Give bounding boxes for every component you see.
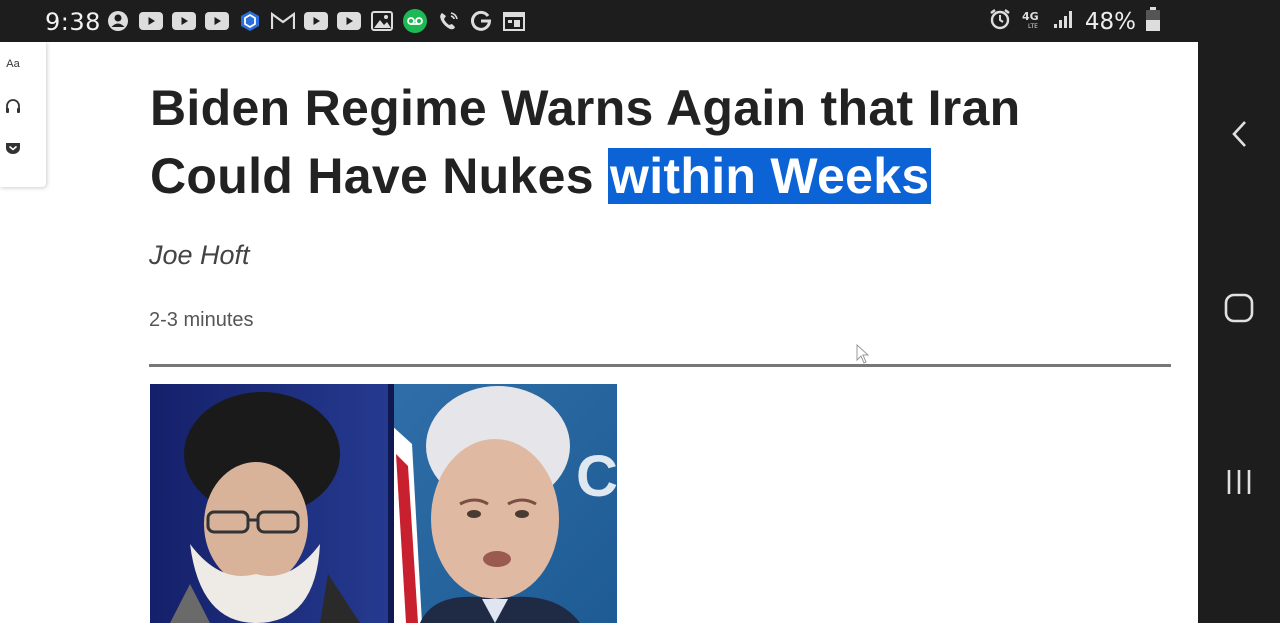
google-icon — [469, 10, 493, 32]
voicemail-icon — [403, 9, 427, 33]
read-time: 2-3 minutes — [149, 309, 254, 331]
battery-icon — [1146, 7, 1160, 36]
youtube-icon — [139, 10, 163, 32]
gallery-icon — [370, 10, 394, 32]
system-status: 4G LTE 48% — [989, 7, 1160, 36]
home-button[interactable] — [1220, 289, 1258, 327]
divider — [149, 364, 1171, 367]
youtube-icon — [172, 10, 196, 32]
calendar-icon — [502, 10, 526, 32]
article-headline: Biden Regime Warns Again that Iran Could… — [150, 74, 1160, 210]
home-icon — [1224, 293, 1254, 323]
gmail-icon — [271, 10, 295, 32]
back-icon — [1232, 121, 1246, 147]
crypto-icon — [238, 10, 262, 32]
svg-text:4G: 4G — [1022, 10, 1039, 23]
signal-icon — [1053, 9, 1075, 34]
reader-toolbar: Aa — [0, 42, 46, 187]
youtube-icon — [337, 10, 361, 32]
alarm-icon — [989, 8, 1011, 35]
clock: 9:38 — [45, 8, 101, 36]
youtube-icon — [304, 10, 328, 32]
wifi-calling-icon — [436, 10, 460, 32]
notification-icons — [106, 9, 526, 33]
listen-button[interactable] — [3, 96, 23, 116]
battery-percent: 48% — [1084, 8, 1136, 35]
article-author: Joe Hoft — [149, 240, 250, 270]
headphones-icon — [6, 99, 20, 113]
save-to-pocket-button[interactable] — [3, 138, 23, 158]
selected-text[interactable]: within Weeks — [608, 148, 932, 204]
recents-button[interactable] — [1220, 463, 1258, 501]
svg-text:LTE: LTE — [1028, 23, 1038, 30]
network-4g-icon: 4G LTE — [1021, 8, 1043, 35]
article-view: Biden Regime Warns Again that Iran Could… — [0, 42, 1198, 623]
recents-icon — [1227, 470, 1251, 494]
text-size-button[interactable]: Aa — [3, 54, 23, 74]
account-icon — [106, 10, 130, 32]
pocket-icon — [6, 143, 20, 154]
navigation-bar — [1198, 0, 1280, 623]
status-bar: 9:38 4G LTE 48% — [0, 0, 1198, 42]
youtube-icon — [205, 10, 229, 32]
article-image: C — [150, 384, 617, 623]
back-button[interactable] — [1220, 115, 1258, 153]
mouse-cursor-icon — [856, 343, 870, 369]
svg-text:C: C — [576, 444, 617, 509]
text-size-icon: Aa — [6, 58, 20, 70]
